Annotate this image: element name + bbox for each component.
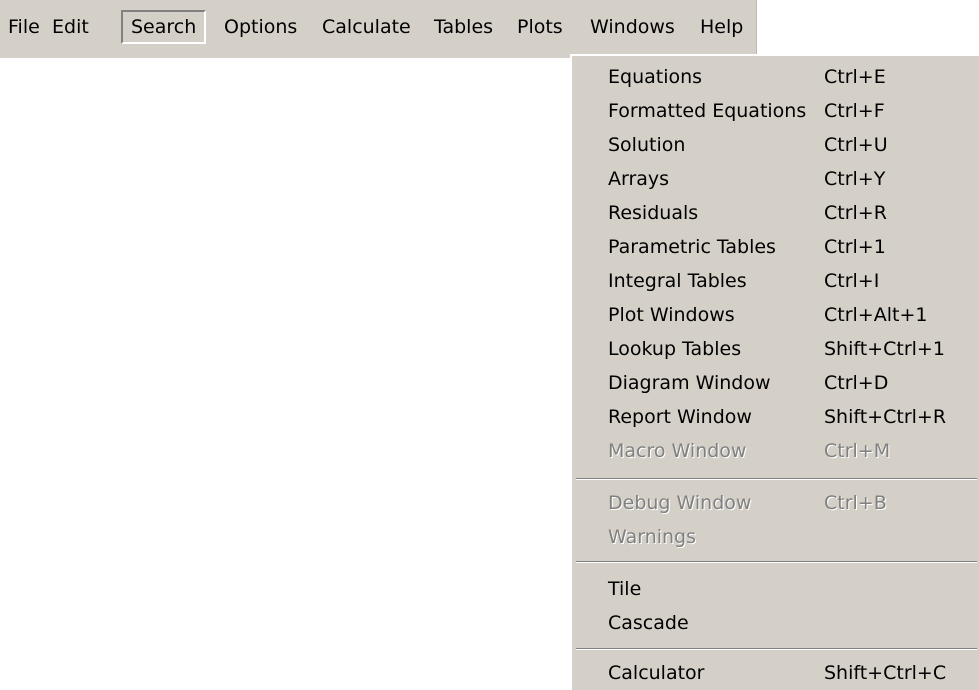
- menu-item-label: Tile: [608, 578, 642, 600]
- menu-item-label: Parametric Tables: [608, 236, 776, 258]
- menu-item-tile[interactable]: Tile: [572, 572, 979, 606]
- menu-item-label: Cascade: [608, 612, 689, 634]
- menu-item-label: Formatted Equations: [608, 100, 807, 122]
- menu-plots[interactable]: Plots: [517, 10, 563, 44]
- menu-item-solution[interactable]: Solution Ctrl+U: [572, 128, 979, 162]
- menu-item-label: Report Window: [608, 406, 752, 428]
- menu-item-shortcut: Ctrl+D: [824, 372, 889, 394]
- menu-edit[interactable]: Edit: [52, 10, 89, 44]
- menu-item-shortcut: Ctrl+M: [824, 440, 891, 462]
- document-area: [0, 58, 570, 690]
- menu-separator: [576, 478, 977, 480]
- menu-item-lookup-tables[interactable]: Lookup Tables Shift+Ctrl+1: [572, 332, 979, 366]
- menu-bar: File Edit Search Options Calculate Table…: [0, 0, 757, 58]
- menu-item-shortcut: Ctrl+F: [824, 100, 885, 122]
- menu-item-integral-tables[interactable]: Integral Tables Ctrl+I: [572, 264, 979, 298]
- menu-item-shortcut: Ctrl+1: [824, 236, 886, 258]
- menu-help[interactable]: Help: [700, 10, 743, 44]
- menu-item-label: Solution: [608, 134, 686, 156]
- menu-item-plot-windows[interactable]: Plot Windows Ctrl+Alt+1: [572, 298, 979, 332]
- menu-item-debug-window: Debug Window Ctrl+B: [572, 486, 979, 520]
- menu-calculate[interactable]: Calculate: [322, 10, 411, 44]
- menu-item-shortcut: Shift+Ctrl+R: [824, 406, 947, 428]
- menu-item-shortcut: Ctrl+B: [824, 492, 887, 514]
- windows-dropdown-menu: Equations Ctrl+E Formatted Equations Ctr…: [570, 54, 979, 690]
- menu-item-label: Plot Windows: [608, 304, 735, 326]
- menu-item-calculator[interactable]: Calculator Shift+Ctrl+C: [572, 656, 979, 690]
- menu-item-shortcut: Shift+Ctrl+1: [824, 338, 945, 360]
- menu-item-label: Calculator: [608, 662, 705, 684]
- menu-item-shortcut: Shift+Ctrl+C: [824, 662, 947, 684]
- menu-item-macro-window: Macro Window Ctrl+M: [572, 434, 979, 468]
- menu-item-label: Warnings: [608, 526, 697, 548]
- menu-item-label: Residuals: [608, 202, 699, 224]
- menu-search[interactable]: Search: [121, 10, 207, 44]
- menu-item-label: Integral Tables: [608, 270, 747, 292]
- menu-item-diagram-window[interactable]: Diagram Window Ctrl+D: [572, 366, 979, 400]
- menu-item-arrays[interactable]: Arrays Ctrl+Y: [572, 162, 979, 196]
- menu-item-label: Equations: [608, 66, 703, 88]
- menu-item-shortcut: Ctrl+Alt+1: [824, 304, 928, 326]
- menu-options[interactable]: Options: [224, 10, 297, 44]
- menu-file[interactable]: File: [8, 10, 40, 44]
- menu-item-label: Macro Window: [608, 440, 747, 462]
- menu-item-formatted-equations[interactable]: Formatted Equations Ctrl+F: [572, 94, 979, 128]
- menu-item-label: Lookup Tables: [608, 338, 742, 360]
- menu-item-shortcut: Ctrl+I: [824, 270, 880, 292]
- menu-item-shortcut: Ctrl+R: [824, 202, 887, 224]
- menu-tables[interactable]: Tables: [434, 10, 493, 44]
- menu-windows[interactable]: Windows: [590, 10, 675, 44]
- menu-item-shortcut: Ctrl+U: [824, 134, 888, 156]
- menu-item-residuals[interactable]: Residuals Ctrl+R: [572, 196, 979, 230]
- menu-item-cascade[interactable]: Cascade: [572, 606, 979, 640]
- menu-item-equations[interactable]: Equations Ctrl+E: [572, 60, 979, 94]
- menu-item-label: Arrays: [608, 168, 670, 190]
- menu-item-shortcut: Ctrl+E: [824, 66, 886, 88]
- menu-item-label: Diagram Window: [608, 372, 771, 394]
- menu-separator: [576, 648, 977, 650]
- menu-item-warnings: Warnings: [572, 520, 979, 554]
- menu-item-report-window[interactable]: Report Window Shift+Ctrl+R: [572, 400, 979, 434]
- menu-separator: [576, 561, 977, 563]
- menu-item-parametric-tables[interactable]: Parametric Tables Ctrl+1: [572, 230, 979, 264]
- menu-item-label: Debug Window: [608, 492, 752, 514]
- menu-item-shortcut: Ctrl+Y: [824, 168, 886, 190]
